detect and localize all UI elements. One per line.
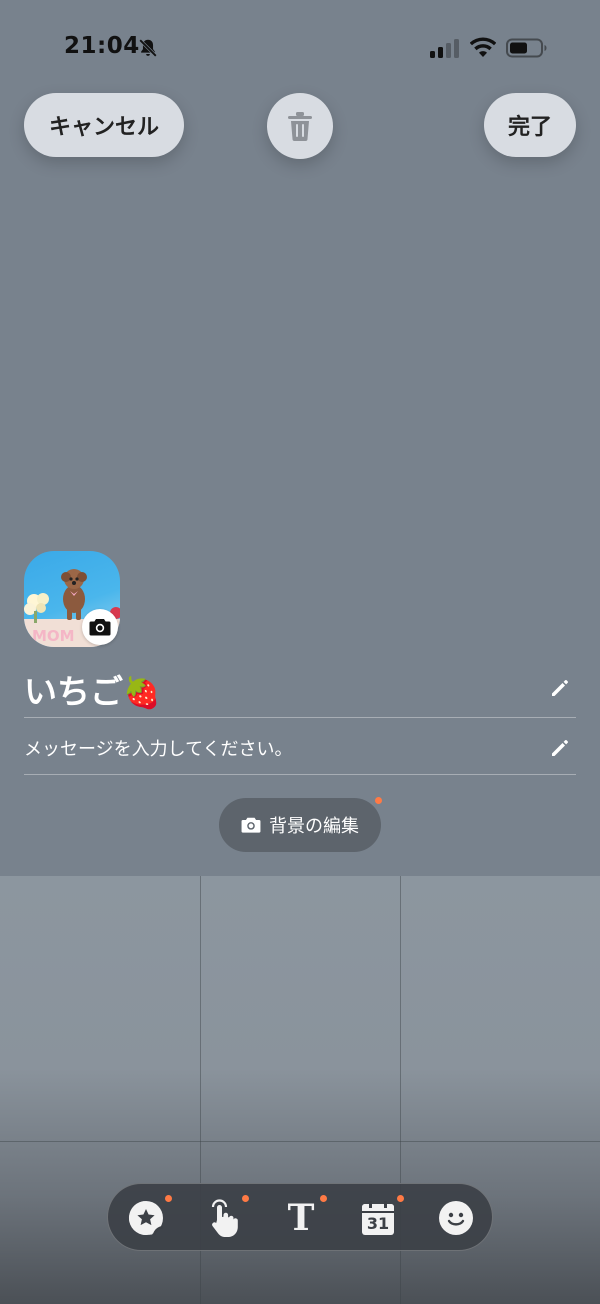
profile-name[interactable]: いちご🍓	[24, 665, 160, 713]
edit-background-button[interactable]: 背景の編集	[219, 798, 381, 852]
touch-hand-icon	[211, 1199, 238, 1237]
status-message-field[interactable]: メッセージを入力してください。	[24, 735, 293, 761]
status-time: 21:04	[64, 33, 140, 59]
trash-icon	[288, 112, 312, 141]
text-tool-button[interactable]: T	[279, 1196, 323, 1240]
text-icon: T	[287, 1197, 315, 1239]
avatar-caption: MOM	[32, 627, 75, 645]
divider	[24, 774, 576, 775]
divider	[24, 717, 576, 718]
profile-name-text: いちご	[24, 672, 123, 711]
calendar-date: 31	[366, 1214, 390, 1233]
grid-line	[0, 1141, 600, 1142]
emoji-tool-button[interactable]	[434, 1196, 478, 1240]
done-button[interactable]: 完了	[484, 93, 576, 157]
new-indicator-dot	[165, 1195, 172, 1202]
new-indicator-dot	[397, 1195, 404, 1202]
decoration-toolbar: T 31	[107, 1183, 493, 1251]
signal-icon	[430, 39, 459, 58]
wifi-icon	[470, 37, 496, 57]
avatar-camera-button[interactable]	[82, 609, 118, 645]
edit-name-pencil-icon[interactable]	[549, 677, 571, 699]
bell-slash-icon	[139, 39, 157, 57]
cancel-button[interactable]: キャンセル	[24, 93, 184, 157]
camera-icon	[89, 619, 111, 636]
new-indicator-dot	[375, 797, 382, 804]
profile-edit-screen: 21:04 キャンセル 完了 MOM いちご🍓 メッセージを入力してください。 …	[0, 0, 600, 1304]
strawberry-emoji: 🍓	[123, 676, 161, 711]
sticker-tool-button[interactable]	[124, 1196, 168, 1240]
smiley-icon	[439, 1201, 473, 1235]
touch-tool-button[interactable]	[201, 1196, 245, 1240]
new-indicator-dot	[242, 1195, 249, 1202]
calendar-icon: 31	[362, 1201, 394, 1235]
delete-button[interactable]	[267, 93, 333, 159]
calendar-tool-button[interactable]: 31	[356, 1196, 400, 1240]
edit-background-label: 背景の編集	[269, 816, 359, 837]
camera-icon	[241, 817, 261, 833]
battery-icon	[506, 38, 547, 58]
sticker-star-icon	[128, 1201, 164, 1236]
edit-message-pencil-icon[interactable]	[549, 737, 571, 759]
new-indicator-dot	[320, 1195, 327, 1202]
